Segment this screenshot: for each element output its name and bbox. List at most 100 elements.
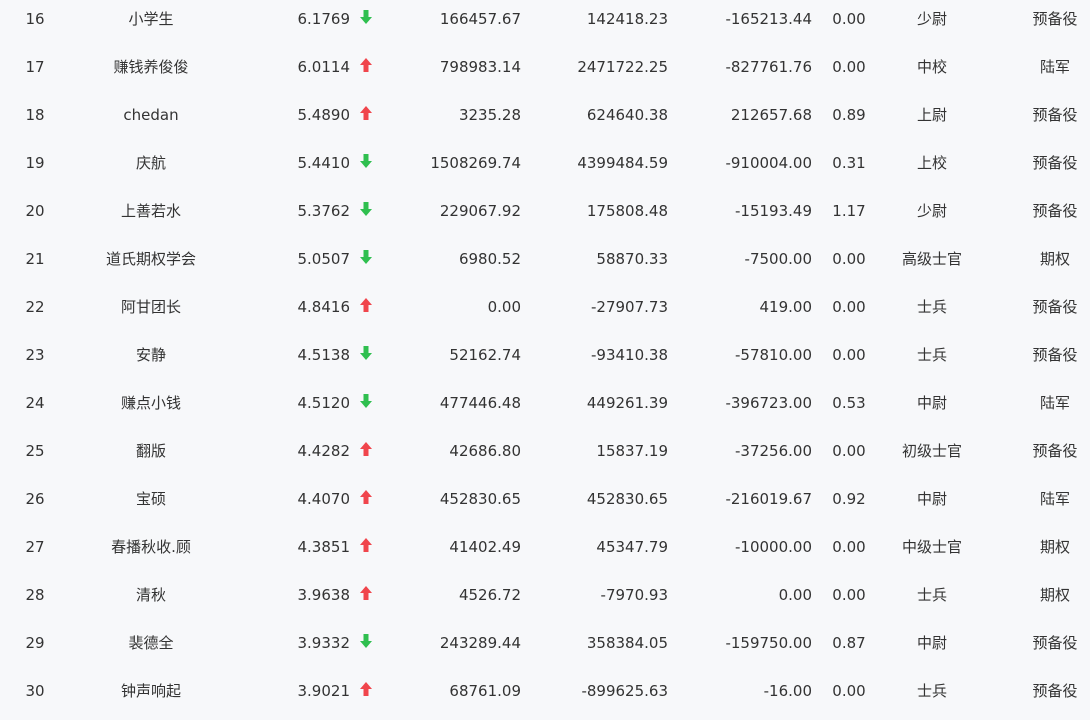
value3-cell: -37256.00 [735, 442, 812, 460]
value3-cell: -165213.44 [725, 10, 812, 28]
value3-cell: 0.00 [778, 586, 812, 604]
value1-cell: 1508269.74 [430, 154, 521, 172]
arrow-up-icon [359, 528, 377, 566]
arrow-down-icon [359, 384, 377, 422]
name-cell: 清秋 [135, 586, 166, 604]
arrow-down-icon [359, 624, 377, 662]
category-cell: 预备役 [1032, 106, 1078, 124]
value2-cell: 15837.19 [596, 442, 668, 460]
value2-cell: -7970.93 [600, 586, 668, 604]
value2-cell: 2471722.25 [577, 58, 668, 76]
table-row[interactable]: 28 清秋 3.9638 4526.72 -7970.93 0.00 0.00 士兵 期权 [0, 576, 1090, 624]
title-cell: 初级士官 [901, 442, 962, 460]
value2-cell: -899625.63 [581, 682, 668, 700]
category-cell: 预备役 [1032, 154, 1078, 172]
arrow-up-icon [359, 480, 377, 518]
ratio-cell: 0.92 [832, 490, 866, 508]
ratio-cell: 0.00 [832, 442, 866, 460]
value3-cell: 212657.68 [730, 106, 812, 124]
table-row[interactable]: 20 上善若水 5.3762 229067.92 175808.48 -15193.49 1… [0, 192, 1090, 240]
ratio-cell: 0.89 [832, 106, 866, 124]
arrow-up-icon [359, 432, 377, 470]
table-row[interactable]: 29 裴德全 3.9332 243289.44 358384.05 -159750.00 0… [0, 624, 1090, 672]
name-cell: 道氏期权学会 [105, 250, 196, 268]
name-cell: 翻版 [135, 442, 166, 460]
value3-cell: -159750.00 [725, 634, 812, 652]
category-cell: 预备役 [1032, 442, 1078, 460]
ratio-cell: 0.00 [832, 682, 866, 700]
value1-cell: 4526.72 [458, 586, 521, 604]
arrow-up-icon [359, 672, 377, 710]
ratio-cell: 0.00 [832, 58, 866, 76]
table-row[interactable]: 16 小学生 6.1769 166457.67 142418.23 -165213.44 0… [0, 0, 1090, 48]
arrow-down-icon [359, 336, 377, 374]
rank-cell: 26 [25, 490, 45, 508]
name-cell: 钟声响起 [120, 682, 181, 700]
title-cell: 士兵 [916, 682, 947, 700]
value2-cell: 175808.48 [586, 202, 668, 220]
score-cell: 3.9332 [297, 634, 351, 652]
value3-cell: -7500.00 [744, 250, 812, 268]
name-cell: 庆航 [135, 154, 166, 172]
table-row[interactable]: 27 春播秋收.顾 4.3851 41402.49 45347.79 -10000.00 0… [0, 528, 1090, 576]
table-row[interactable]: 23 安静 4.5138 52162.74 -93410.38 -57810.00 0.00… [0, 336, 1090, 384]
value2-cell: 45347.79 [596, 538, 668, 556]
value2-cell: 358384.05 [586, 634, 668, 652]
value2-cell: 4399484.59 [577, 154, 668, 172]
rank-cell: 28 [25, 586, 45, 604]
table-row[interactable]: 26 宝硕 4.4070 452830.65 452830.65 -216019.67 0.… [0, 480, 1090, 528]
table-row[interactable]: 22 阿甘团长 4.8416 0.00 -27907.73 419.00 0.00 士兵 预备役 [0, 288, 1090, 336]
value2-cell: 452830.65 [586, 490, 668, 508]
name-cell: 裴德全 [128, 634, 174, 652]
category-cell: 期权 [1039, 538, 1070, 556]
category-cell: 预备役 [1032, 298, 1078, 316]
value1-cell: 229067.92 [439, 202, 521, 220]
ratio-cell: 0.00 [832, 538, 866, 556]
name-cell: 宝硕 [135, 490, 166, 508]
table-row[interactable]: 17 赚钱养俊俊 6.0114 798983.14 2471722.25 -827761.… [0, 48, 1090, 96]
table-row[interactable]: 25 翻版 4.4282 42686.80 15837.19 -37256.00 0.00 初… [0, 432, 1090, 480]
value3-cell: -827761.76 [725, 58, 812, 76]
value3-cell: -10000.00 [735, 538, 812, 556]
name-cell: 安静 [135, 346, 166, 364]
table-row[interactable]: 18 chedan 5.4890 3235.28 624640.38 212657.68 0… [0, 96, 1090, 144]
title-cell: 高级士官 [901, 250, 962, 268]
name-cell: 赚点小钱 [120, 394, 181, 412]
arrow-up-icon [359, 96, 377, 134]
title-cell: 士兵 [916, 586, 947, 604]
rank-cell: 17 [25, 58, 45, 76]
value3-cell: 419.00 [759, 298, 813, 316]
category-cell: 陆军 [1039, 58, 1070, 76]
category-cell: 期权 [1039, 586, 1070, 604]
rank-cell: 20 [25, 202, 45, 220]
ratio-cell: 0.00 [832, 298, 866, 316]
title-cell: 士兵 [916, 346, 947, 364]
rank-cell: 22 [25, 298, 45, 316]
ratio-cell: 0.00 [832, 586, 866, 604]
arrow-up-icon [359, 288, 377, 326]
category-cell: 陆军 [1039, 394, 1070, 412]
arrow-down-icon [359, 0, 377, 38]
rank-cell: 24 [25, 394, 45, 412]
value1-cell: 42686.80 [449, 442, 521, 460]
name-cell: 阿甘团长 [120, 298, 181, 316]
value2-cell: -27907.73 [591, 298, 668, 316]
table-row[interactable]: 19 庆航 5.4410 1508269.74 4399484.59 -910004.00… [0, 144, 1090, 192]
value2-cell: 58870.33 [596, 250, 668, 268]
table-row[interactable]: 30 钟声响起 3.9021 68761.09 -899625.63 -16.00 0.00… [0, 672, 1090, 720]
score-cell: 4.3851 [297, 538, 351, 556]
value1-cell: 243289.44 [439, 634, 521, 652]
ratio-cell: 0.31 [832, 154, 866, 172]
score-cell: 6.1769 [297, 10, 351, 28]
value1-cell: 477446.48 [439, 394, 521, 412]
table-row[interactable]: 21 道氏期权学会 5.0507 6980.52 58870.33 -7500.00 0.0… [0, 240, 1090, 288]
score-cell: 4.4282 [297, 442, 351, 460]
rank-cell: 18 [25, 106, 45, 124]
rank-cell: 16 [25, 10, 45, 28]
value1-cell: 0.00 [487, 298, 521, 316]
arrow-down-icon [359, 240, 377, 278]
value1-cell: 3235.28 [458, 106, 521, 124]
table-row[interactable]: 24 赚点小钱 4.5120 477446.48 449261.39 -396723.00… [0, 384, 1090, 432]
ratio-cell: 0.00 [832, 346, 866, 364]
score-cell: 6.0114 [297, 58, 351, 76]
